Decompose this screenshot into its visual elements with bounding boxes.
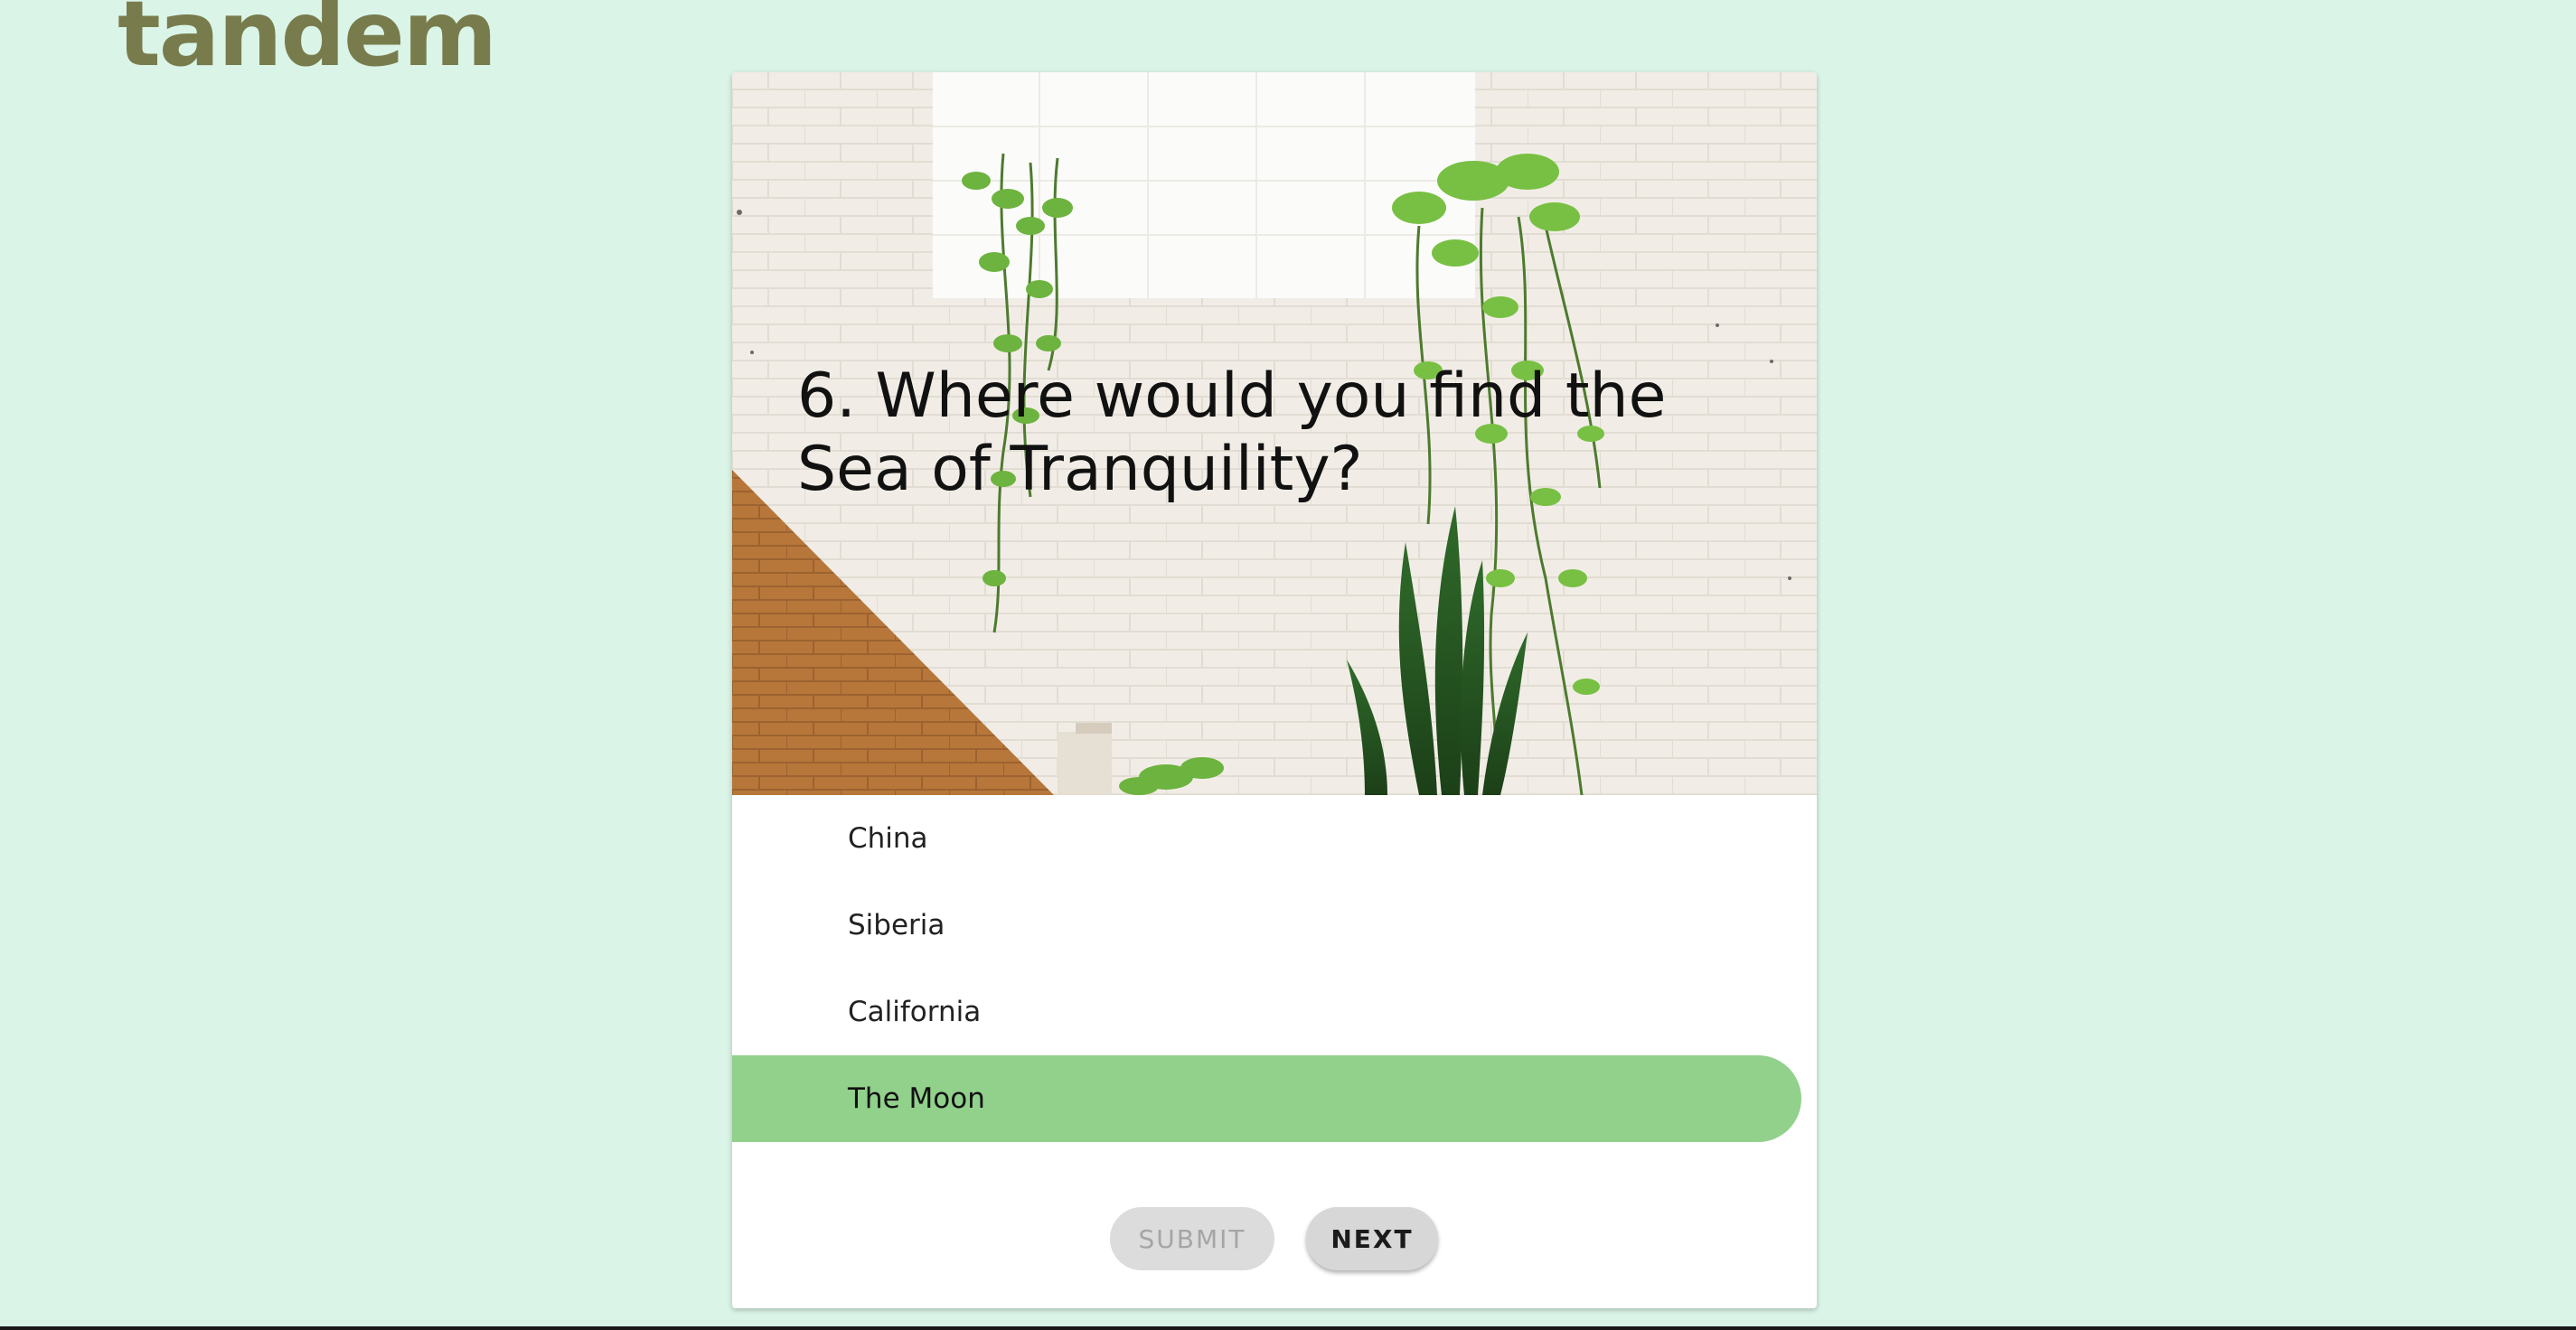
- answer-options-list: China Siberia California The Moon: [732, 795, 1817, 1142]
- answer-option-china[interactable]: China: [732, 795, 1817, 882]
- tandem-logo: tandem: [118, 0, 497, 87]
- bottom-edge: [0, 1326, 2576, 1330]
- answer-option-the-moon[interactable]: The Moon: [732, 1055, 1801, 1142]
- question-hero-image: 6. Where would you find the Sea of Tranq…: [732, 72, 1817, 795]
- answer-option-siberia[interactable]: Siberia: [732, 882, 1817, 969]
- question-text: 6. Where would you find the Sea of Tranq…: [797, 361, 1667, 505]
- answer-option-california[interactable]: California: [732, 969, 1817, 1055]
- quiz-card: 6. Where would you find the Sea of Tranq…: [732, 72, 1817, 1308]
- submit-button[interactable]: SUBMIT: [1110, 1207, 1274, 1270]
- next-button[interactable]: NEXT: [1306, 1207, 1438, 1270]
